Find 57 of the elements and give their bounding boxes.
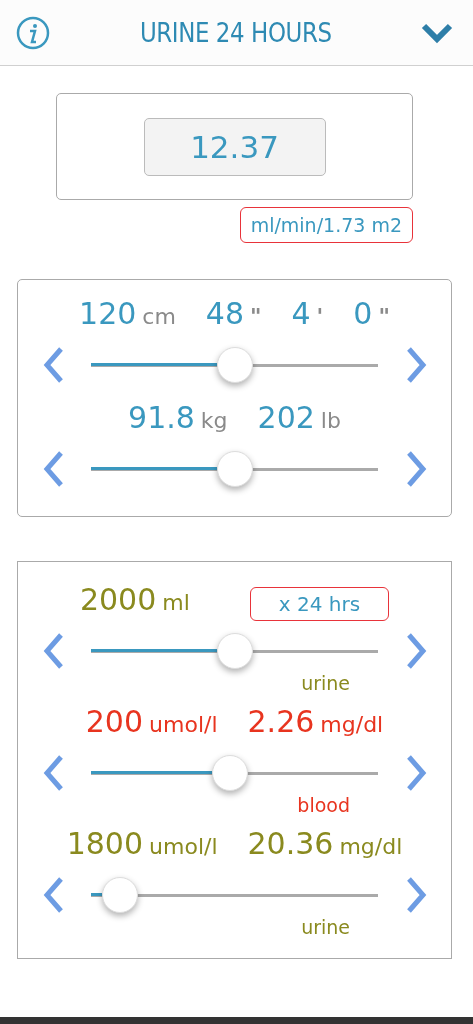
reading-value: 120 xyxy=(79,296,137,331)
reading-value: 1800 xyxy=(66,826,144,861)
chevron-left-icon xyxy=(42,876,65,914)
reading-value: 0 xyxy=(353,296,373,331)
chevron-left-icon xyxy=(42,346,65,384)
chevron-right-icon xyxy=(404,754,427,792)
chevron-left-icon xyxy=(42,450,65,488)
chevron-left-icon xyxy=(42,632,65,670)
reading-value: 20.36 xyxy=(247,826,334,861)
chevron-left-icon xyxy=(42,754,65,792)
slider-thumb[interactable] xyxy=(216,347,253,383)
chevron-right-icon xyxy=(404,632,427,670)
reading-value: 202 xyxy=(257,400,315,435)
chevron-right-icon xyxy=(404,346,427,384)
sample-label: urine xyxy=(301,916,350,938)
reading-value: 48 xyxy=(205,296,245,331)
chevron-right-icon xyxy=(404,450,427,488)
next-button[interactable] xyxy=(404,754,427,792)
sample-label: urine xyxy=(301,672,350,694)
slider-thumb[interactable] xyxy=(212,755,249,791)
result-value: 12.37 xyxy=(143,117,326,176)
slider-thumb[interactable] xyxy=(216,633,253,669)
unit-label: umol/l xyxy=(149,712,218,737)
slider-thumb[interactable] xyxy=(216,451,253,487)
previous-button[interactable] xyxy=(42,346,65,384)
multiplier-label[interactable]: x 24 hrs xyxy=(249,587,390,621)
next-button[interactable] xyxy=(404,346,427,384)
reading-value: 91.8 xyxy=(128,400,195,435)
slider-fill xyxy=(91,893,102,896)
next-button[interactable] xyxy=(404,632,427,670)
reading-value: 2.26 xyxy=(247,704,315,739)
sample-label: blood xyxy=(297,794,350,816)
previous-button[interactable] xyxy=(42,450,65,488)
unit-label: ml xyxy=(162,590,190,615)
unit-label: " xyxy=(378,304,390,329)
slider-thumb[interactable] xyxy=(101,877,138,913)
unit-label: kg xyxy=(200,408,228,433)
next-button[interactable] xyxy=(404,876,427,914)
screen-title: URINE 24 HOURS xyxy=(139,17,332,48)
previous-button[interactable] xyxy=(42,632,65,670)
next-button[interactable] xyxy=(404,450,427,488)
unit-label: lb xyxy=(320,408,341,433)
reading-value: 200 xyxy=(85,704,144,739)
chevron-down-icon[interactable] xyxy=(421,21,453,44)
unit-label: ' xyxy=(316,304,324,329)
reading-value: 4 xyxy=(291,296,311,331)
info-icon[interactable] xyxy=(16,15,50,50)
unit-label: umol/l xyxy=(149,834,218,859)
unit-label: cm xyxy=(142,304,176,329)
previous-button[interactable] xyxy=(42,876,65,914)
chevron-right-icon xyxy=(404,876,427,914)
unit-label: mg/dl xyxy=(320,712,384,737)
unit-label: " xyxy=(250,304,262,329)
previous-button[interactable] xyxy=(42,754,65,792)
unit-label: mg/dl xyxy=(339,834,403,859)
unit-label[interactable]: ml/min/1.73 m2 xyxy=(239,207,413,243)
reading-value: 2000 xyxy=(79,582,157,617)
